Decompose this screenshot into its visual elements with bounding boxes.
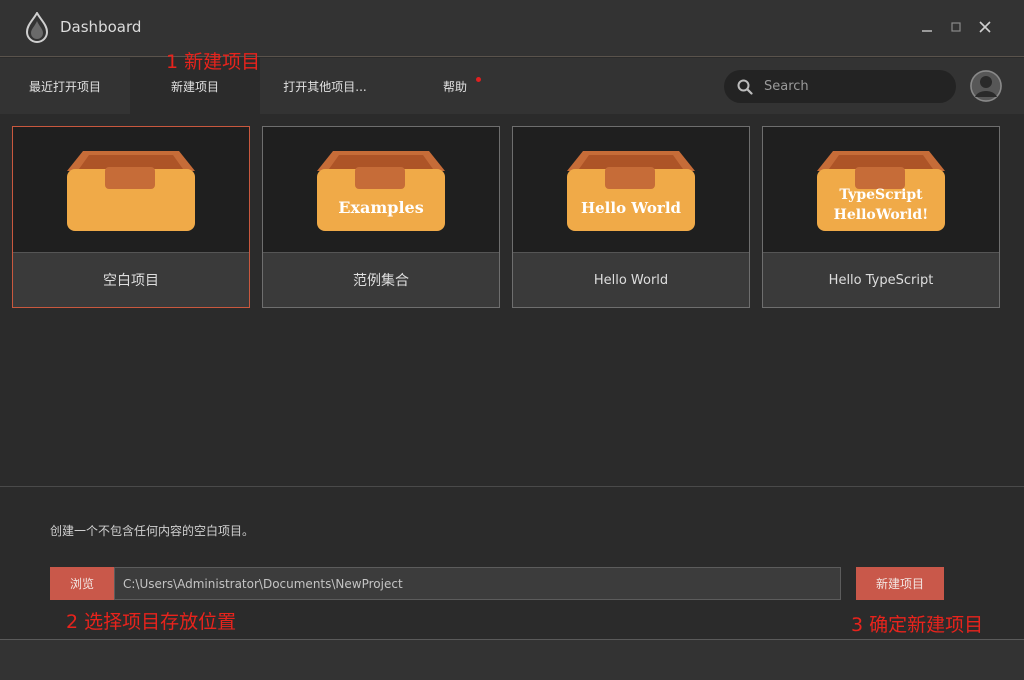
- project-path-input[interactable]: [114, 567, 841, 600]
- box-icon: TypeScript HelloWorld!: [817, 151, 945, 231]
- nav-bar: 最近打开项目 新建项目 打开其他项目... 帮助: [0, 58, 1024, 114]
- card-thumbnail: [13, 127, 249, 253]
- status-bar: [0, 639, 1024, 680]
- annotation-step-3: 3 确定新建项目: [851, 614, 984, 636]
- flame-logo-icon: [25, 12, 49, 43]
- template-card-examples[interactable]: Examples 范例集合: [262, 126, 500, 308]
- template-card-blank[interactable]: 空白项目: [12, 126, 250, 308]
- box-icon: Hello World: [567, 151, 695, 231]
- box-text: Examples: [338, 198, 423, 217]
- app-title: Dashboard: [60, 18, 142, 36]
- annotation-step-2: 2 选择项目存放位置: [66, 611, 237, 633]
- card-thumbnail: Hello World: [513, 127, 749, 253]
- tab-open-other-project[interactable]: 打开其他项目...: [260, 58, 390, 114]
- tab-help[interactable]: 帮助: [390, 58, 520, 114]
- annotation-step-1: 1 新建项目: [166, 51, 261, 73]
- card-label: Hello World: [593, 272, 669, 288]
- maximize-icon: [951, 22, 961, 32]
- box-text: Hello World: [581, 199, 682, 217]
- template-description: 创建一个不包含任何内容的空白项目。: [50, 524, 255, 538]
- avatar[interactable]: [970, 70, 1002, 102]
- minimize-button[interactable]: [918, 18, 936, 36]
- card-thumbnail: TypeScript HelloWorld!: [763, 127, 999, 253]
- search-input[interactable]: [764, 76, 944, 97]
- card-label: 空白项目: [103, 273, 159, 289]
- card-label: 范例集合: [353, 273, 409, 289]
- maximize-button[interactable]: [947, 18, 965, 36]
- template-card-hello-world[interactable]: Hello World Hello World: [512, 126, 750, 308]
- close-button[interactable]: [976, 18, 994, 36]
- card-label: Hello TypeScript: [828, 272, 934, 288]
- tab-recent-projects[interactable]: 最近打开项目: [0, 58, 130, 114]
- notification-dot: [476, 77, 481, 82]
- template-card-hello-typescript[interactable]: TypeScript HelloWorld! Hello TypeScript: [762, 126, 1000, 308]
- box-icon: Examples: [317, 151, 445, 231]
- user-avatar-icon: [970, 70, 1002, 102]
- box-text-line-2: HelloWorld!: [834, 207, 929, 223]
- search-icon: [737, 79, 753, 95]
- close-icon: [979, 21, 991, 33]
- box-text-line-1: TypeScript: [839, 187, 923, 203]
- box-icon: [67, 151, 195, 231]
- title-bar: Dashboard: [0, 0, 1024, 57]
- search-box[interactable]: [724, 70, 956, 103]
- minimize-icon: [922, 30, 932, 32]
- browse-button[interactable]: 浏览: [50, 567, 114, 600]
- create-project-button[interactable]: 新建项目: [856, 567, 944, 600]
- card-thumbnail: Examples: [263, 127, 499, 253]
